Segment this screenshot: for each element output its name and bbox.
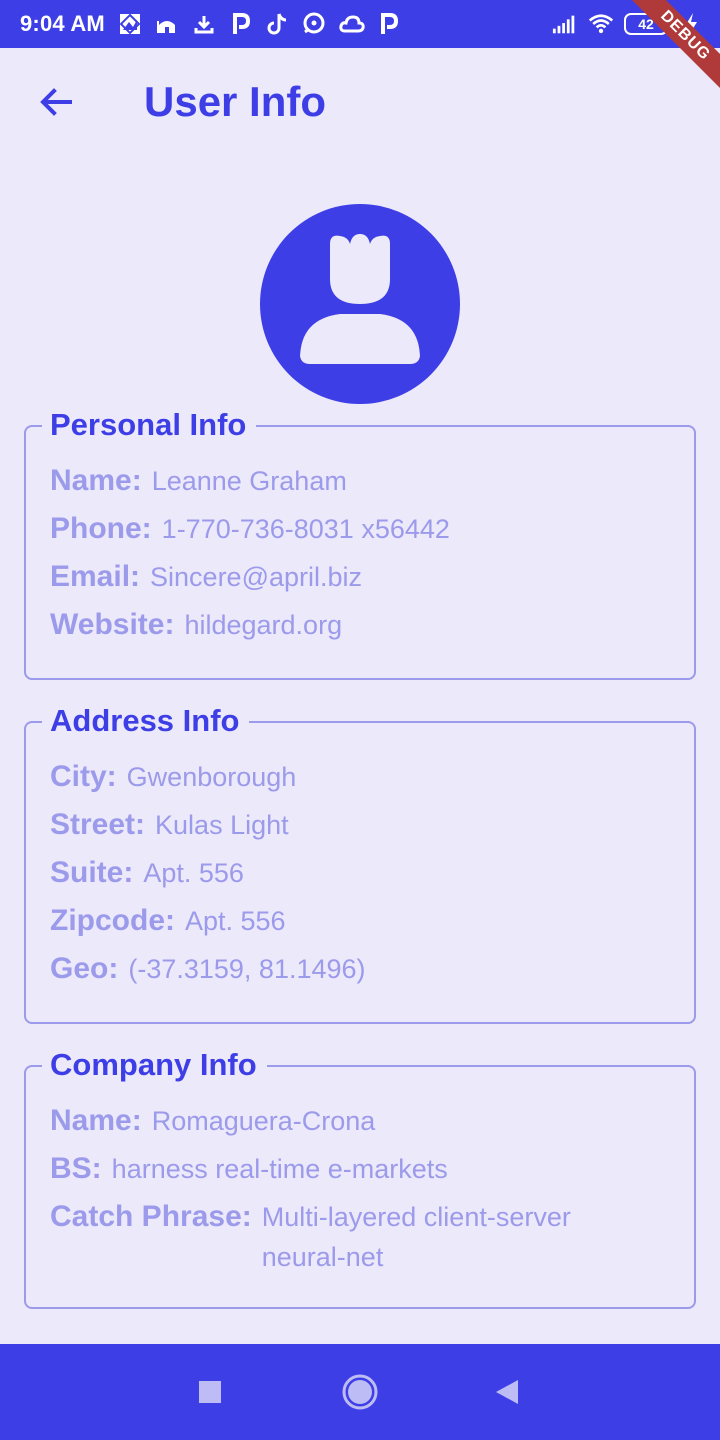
- wifi-icon: [588, 11, 614, 37]
- download-icon: [191, 11, 217, 37]
- info-label: Geo:: [50, 952, 119, 985]
- status-bar: 9:04 AM 42: [0, 0, 720, 48]
- home-circle-icon: [342, 1374, 378, 1410]
- page-title: User Info: [144, 78, 327, 125]
- card-title: Company Info: [42, 1045, 267, 1085]
- info-label: Name:: [50, 1104, 142, 1137]
- info-value: Multi-layered client-server neural-net: [261, 1202, 571, 1272]
- card-title: Address Info: [42, 701, 250, 741]
- back-nav-button[interactable]: [486, 1372, 526, 1412]
- back-button[interactable]: [28, 74, 84, 130]
- tiktok-icon: [265, 11, 291, 37]
- signal-icon: [552, 11, 578, 37]
- info-value: hildegard.org: [184, 610, 343, 640]
- status-time: 9:04 AM: [20, 11, 105, 36]
- address-info-card: Address Info City: Gwenborough Street: K…: [24, 701, 696, 1024]
- info-row: City: Gwenborough: [50, 757, 296, 797]
- gallery-icon: [117, 11, 143, 37]
- mosque-icon: [154, 11, 180, 37]
- info-row: BS: harness real-time e-markets: [50, 1149, 448, 1189]
- info-label: City:: [50, 760, 117, 793]
- info-value: Kulas Light: [155, 810, 289, 840]
- info-value: (-37.3159, 81.1496): [128, 954, 366, 984]
- home-button[interactable]: [340, 1372, 380, 1412]
- card-title: Personal Info: [42, 405, 257, 445]
- chat-icon: [302, 11, 328, 37]
- system-nav-bar: [0, 1344, 720, 1440]
- p-app-icon: [228, 11, 254, 37]
- app-bar: User Info: [0, 48, 720, 158]
- info-label: Name:: [50, 464, 142, 497]
- info-row: Phone: 1-770-736-8031 x56442: [50, 509, 450, 549]
- recents-square-icon: [199, 1381, 221, 1403]
- info-row: Email: Sincere@april.biz: [50, 557, 362, 597]
- notification-icons: [117, 11, 402, 37]
- info-label: Website:: [50, 608, 175, 641]
- info-row: Name: Romaguera-Crona: [50, 1101, 375, 1141]
- info-row: Street: Kulas Light: [50, 805, 289, 845]
- person-icon: [300, 234, 420, 364]
- personal-info-card: Personal Info Name: Leanne Graham Phone:…: [24, 405, 696, 680]
- info-value: Leanne Graham: [151, 466, 347, 496]
- arrow-left-icon: [40, 88, 72, 116]
- company-info-card: Company Info Name: Romaguera-Crona BS: h…: [24, 1045, 696, 1309]
- info-row: Geo: (-37.3159, 81.1496): [50, 949, 366, 989]
- info-value: Apt. 556: [143, 858, 244, 888]
- p-app-icon: [376, 11, 402, 37]
- info-value: 1-770-736-8031 x56442: [161, 514, 450, 544]
- info-value: Apt. 556: [185, 906, 286, 936]
- info-row: Suite: Apt. 556: [50, 853, 244, 893]
- info-label: Phone:: [50, 512, 152, 545]
- info-value: Gwenborough: [126, 762, 297, 792]
- info-value: Sincere@april.biz: [150, 562, 363, 592]
- info-label: Street:: [50, 808, 146, 841]
- info-label: Zipcode:: [50, 904, 175, 937]
- info-value: Romaguera-Crona: [151, 1106, 376, 1136]
- info-value: harness real-time e-markets: [111, 1154, 448, 1184]
- info-label: Suite:: [50, 856, 134, 889]
- info-label: Catch Phrase:: [50, 1200, 252, 1233]
- avatar: [260, 204, 460, 404]
- back-triangle-icon: [496, 1380, 518, 1404]
- info-row: Zipcode: Apt. 556: [50, 901, 286, 941]
- recents-button[interactable]: [190, 1372, 230, 1412]
- info-row: Website: hildegard.org: [50, 605, 342, 645]
- info-label: BS:: [50, 1152, 102, 1185]
- info-label: Email:: [50, 560, 141, 593]
- cloud-icon: [339, 11, 365, 37]
- info-row: Name: Leanne Graham: [50, 461, 347, 501]
- info-row: Catch Phrase: Multi-layered client-serve…: [50, 1197, 642, 1277]
